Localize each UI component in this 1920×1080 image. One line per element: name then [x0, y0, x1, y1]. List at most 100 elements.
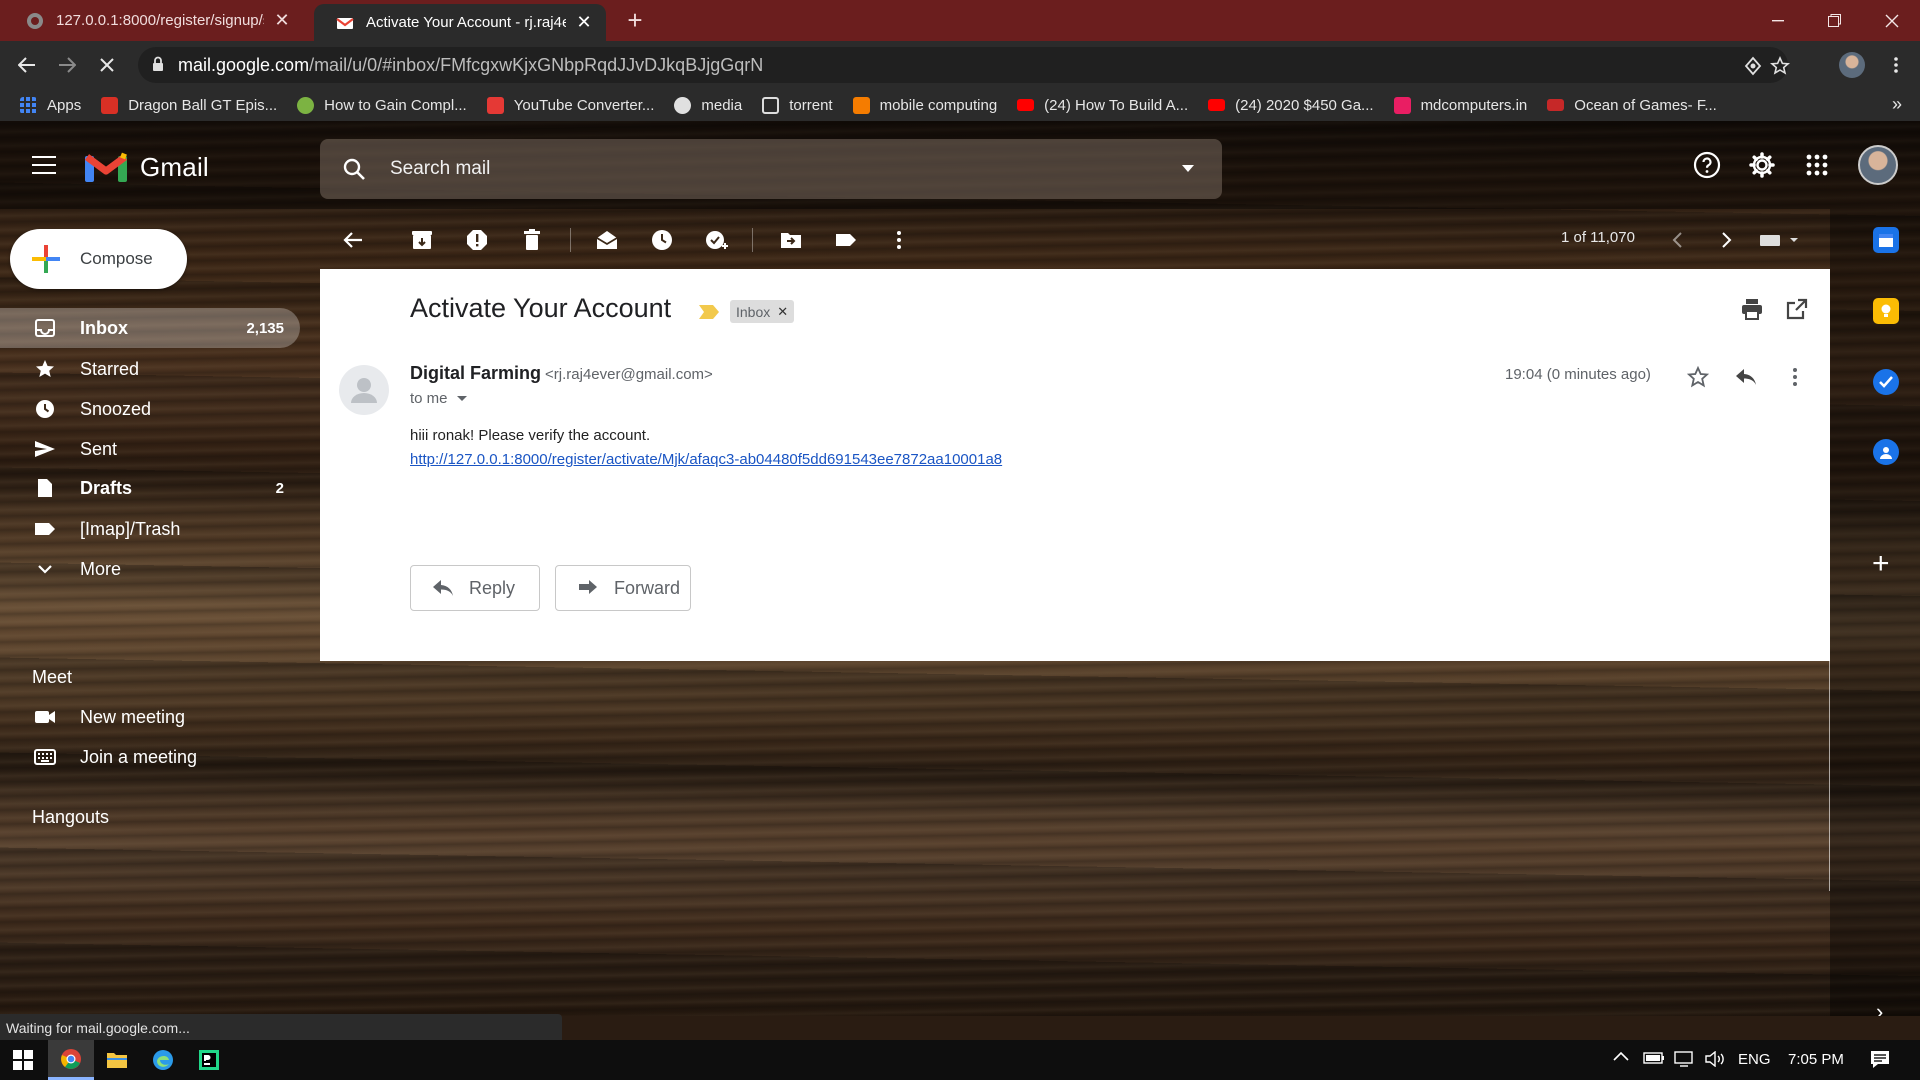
apps-grid-icon[interactable] [1802, 150, 1832, 180]
edge-browser-icon[interactable] [140, 1040, 186, 1080]
show-side-panel-chevron-icon[interactable]: › [1876, 999, 1883, 1016]
windows-start-icon[interactable] [0, 1040, 46, 1080]
sidebar-item-sent[interactable]: Sent [0, 429, 300, 469]
bookmark-item[interactable]: media [664, 89, 752, 121]
importance-marker-icon[interactable] [698, 304, 720, 320]
extension-icon[interactable] [1743, 56, 1763, 76]
bookmark-label: mdcomputers.in [1420, 96, 1528, 114]
reply-button[interactable]: Reply [410, 565, 540, 611]
system-clock[interactable]: 7:05 PM [1788, 1051, 1844, 1068]
sidebar-item-snoozed[interactable]: Snoozed [0, 389, 300, 429]
bookmark-label: YouTube Converter... [513, 96, 655, 114]
back-to-inbox-icon[interactable] [338, 225, 368, 255]
get-addons-plus-icon[interactable]: + [1872, 547, 1890, 581]
sidebar-item-drafts[interactable]: Drafts 2 [0, 468, 300, 508]
sidebar-item-more[interactable]: More [0, 549, 300, 589]
input-tools-keyboard-icon[interactable] [1758, 225, 1802, 255]
bookmark-item[interactable]: How to Gain Compl... [287, 89, 477, 121]
calendar-icon[interactable] [1873, 227, 1899, 253]
browser-tab-gmail[interactable]: Activate Your Account - rj.raj4eve ✕ [314, 4, 606, 41]
search-options-caret-icon[interactable] [1182, 165, 1194, 172]
forward-button[interactable]: Forward [555, 565, 691, 611]
bookmarks-overflow-icon[interactable]: » [1892, 94, 1902, 115]
delete-trash-icon[interactable] [517, 225, 547, 255]
battery-icon[interactable] [1643, 1051, 1665, 1065]
meet-join-meeting[interactable]: Join a meeting [0, 737, 300, 777]
bookmark-item[interactable]: torrent [752, 89, 842, 121]
volume-icon[interactable] [1705, 1051, 1727, 1067]
bookmark-label: media [701, 96, 743, 114]
input-language[interactable]: ENG [1738, 1051, 1771, 1068]
sidebar-item-inbox[interactable]: Inbox 2,135 [0, 308, 300, 348]
compose-button[interactable]: Compose [10, 229, 187, 289]
star-message-icon[interactable] [1685, 364, 1711, 390]
restore-icon[interactable] [1806, 0, 1862, 41]
sidebar-item-imap-trash[interactable]: [Imap]/Trash [0, 509, 300, 549]
help-icon[interactable] [1692, 150, 1722, 180]
reply-icon[interactable] [1733, 364, 1759, 390]
network-icon[interactable] [1674, 1051, 1696, 1067]
action-center-icon[interactable] [1870, 1050, 1890, 1070]
message-more-icon[interactable] [1782, 364, 1808, 390]
search-input[interactable]: Search mail [320, 139, 1222, 199]
kebab-menu-icon[interactable] [1880, 49, 1912, 81]
print-icon[interactable] [1740, 297, 1764, 321]
sender-name: Digital Farming [410, 363, 542, 383]
address-bar[interactable]: mail.google.com/mail/u/0/#inbox/FMfcgxwK… [138, 47, 1790, 83]
bookmark-item[interactable]: mobile computing [843, 89, 1008, 121]
account-avatar[interactable] [1858, 145, 1898, 185]
bookmark-item[interactable]: mdcomputers.in [1384, 89, 1538, 121]
snooze-clock-icon[interactable] [647, 225, 677, 255]
main-menu-icon[interactable] [32, 156, 56, 174]
browser-tab-signup[interactable]: 127.0.0.1:8000/register/signup/si ✕ [4, 0, 304, 41]
show-hidden-icons-chevron-icon[interactable] [1613, 1051, 1629, 1061]
older-chevron-right-icon[interactable] [1712, 225, 1742, 255]
forward-icon[interactable] [51, 49, 83, 81]
move-to-folder-icon[interactable] [776, 225, 806, 255]
bookmark-item[interactable]: YouTube Converter... [477, 89, 665, 121]
close-tab-icon[interactable]: ✕ [272, 10, 292, 31]
bookmark-item[interactable]: Ocean of Games- F... [1537, 89, 1727, 121]
meet-new-meeting[interactable]: New meeting [0, 697, 300, 737]
add-to-tasks-icon[interactable] [702, 225, 732, 255]
bookmark-label: (24) How To Build A... [1044, 96, 1189, 114]
archive-icon[interactable] [407, 225, 437, 255]
activation-link[interactable]: http://127.0.0.1:8000/register/activate/… [410, 451, 1002, 468]
stop-loading-icon[interactable] [91, 49, 123, 81]
bookmark-item[interactable]: (24) How To Build A... [1007, 89, 1198, 121]
recipient-details[interactable]: to me [410, 390, 467, 407]
bookmark-star-icon[interactable] [1770, 56, 1790, 76]
bookmark-item[interactable]: Dragon Ball GT Epis... [91, 89, 287, 121]
report-spam-icon[interactable] [462, 225, 492, 255]
mark-unread-icon[interactable] [592, 225, 622, 255]
contacts-icon[interactable] [1873, 439, 1899, 465]
youtube-favicon-icon [1208, 99, 1226, 111]
tasks-icon[interactable] [1873, 369, 1899, 395]
close-window-icon[interactable] [1864, 0, 1920, 41]
chrome-taskbar-icon[interactable] [48, 1040, 94, 1080]
message-timestamp: 19:04 (0 minutes ago) [1505, 366, 1651, 383]
pycharm-icon[interactable] [186, 1040, 232, 1080]
file-explorer-icon[interactable] [94, 1040, 140, 1080]
newer-chevron-left-icon[interactable] [1662, 225, 1692, 255]
remove-label-icon[interactable]: ✕ [777, 304, 788, 320]
bookmark-apps[interactable]: Apps [10, 89, 91, 121]
open-new-window-icon[interactable] [1785, 297, 1809, 321]
sidebar-item-label: Starred [80, 358, 140, 379]
minimize-icon[interactable] [1750, 0, 1806, 41]
label-tag-icon[interactable] [831, 225, 861, 255]
back-icon[interactable] [11, 49, 43, 81]
compose-label: Compose [80, 249, 153, 268]
sidebar-item-starred[interactable]: Starred [0, 349, 300, 389]
gmail-logo[interactable]: Gmail [84, 151, 209, 183]
send-icon [34, 438, 56, 460]
gmail-wordmark: Gmail [140, 151, 209, 182]
new-tab-button[interactable]: + [622, 7, 648, 34]
keep-icon[interactable] [1873, 298, 1899, 324]
more-actions-icon[interactable] [884, 225, 914, 255]
close-tab-icon[interactable]: ✕ [574, 12, 594, 33]
settings-gear-icon[interactable] [1747, 150, 1777, 180]
search-icon[interactable] [342, 157, 366, 181]
bookmark-item[interactable]: (24) 2020 $450 Ga... [1198, 89, 1383, 121]
profile-avatar[interactable] [1836, 49, 1868, 81]
